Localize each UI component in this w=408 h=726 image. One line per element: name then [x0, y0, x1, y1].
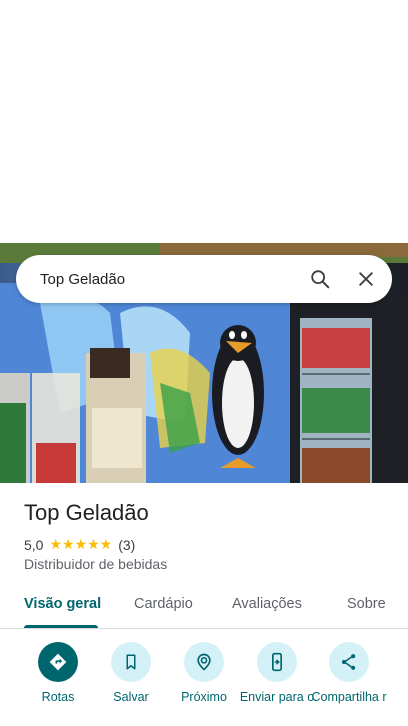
rating-value: 5,0 — [24, 536, 44, 553]
send-to-phone-button[interactable]: Enviar para o — [237, 642, 317, 704]
search-icon — [311, 270, 330, 289]
review-count: (3) — [118, 536, 136, 553]
place-category: Distribuidor de bebidas — [24, 556, 168, 572]
tab-reviews[interactable]: Avaliações — [232, 596, 302, 612]
directions-icon — [49, 653, 67, 671]
place-tabs: Visão geral Cardápio Avaliações Sobre — [0, 588, 408, 629]
nearby-circle — [184, 642, 224, 682]
share-circle — [329, 642, 369, 682]
place-title: Top Geladão — [24, 500, 149, 525]
directions-label: Rotas — [41, 690, 75, 704]
tab-overview[interactable]: Visão geral — [24, 596, 101, 612]
nearby-label: Próximo — [181, 690, 227, 704]
rating-row[interactable]: 5,0 ★★★★★ (3) — [24, 536, 135, 553]
search-button[interactable] — [300, 259, 340, 299]
share-icon — [341, 654, 356, 670]
send-to-phone-icon — [272, 652, 282, 672]
nearby-button[interactable]: Próximo — [164, 642, 244, 704]
clear-search-button[interactable] — [346, 259, 386, 299]
nearby-icon — [197, 653, 211, 671]
save-button[interactable]: Salvar — [91, 642, 171, 704]
save-label: Salvar — [113, 690, 149, 704]
send-to-phone-circle — [257, 642, 297, 682]
star-rating-icon: ★★★★★ — [49, 536, 113, 552]
bookmark-icon — [126, 654, 136, 670]
share-label: Compartilha r — [311, 690, 387, 704]
search-bar[interactable]: Top Geladão — [16, 255, 392, 303]
search-input[interactable]: Top Geladão — [16, 271, 300, 288]
map-area-blank — [0, 0, 408, 243]
directions-button[interactable]: Rotas — [18, 642, 98, 704]
save-circle — [111, 642, 151, 682]
tab-about[interactable]: Sobre — [347, 596, 386, 612]
tab-menu[interactable]: Cardápio — [134, 596, 193, 612]
directions-circle — [38, 642, 78, 682]
share-button[interactable]: Compartilha r — [309, 642, 389, 704]
send-to-phone-label: Enviar para o — [239, 690, 315, 704]
active-tab-indicator — [24, 625, 98, 628]
close-icon — [359, 272, 373, 286]
